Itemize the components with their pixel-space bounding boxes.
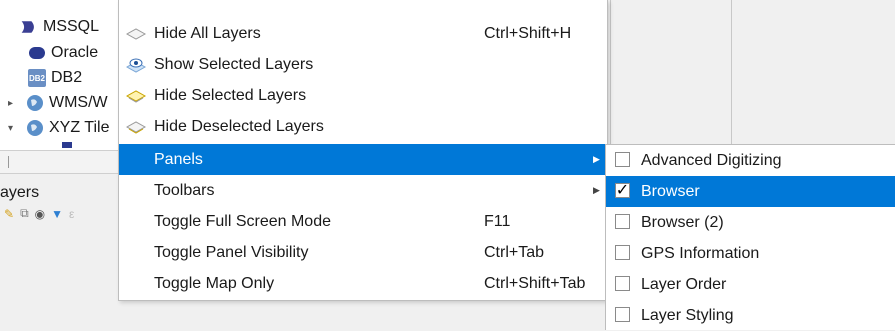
checkbox[interactable] [615, 245, 630, 260]
menu-item-panels[interactable]: Panels ▶ [119, 144, 607, 175]
browser-item-db2[interactable]: DB2 DB2 [28, 66, 82, 90]
panel-resize-bar[interactable] [0, 150, 125, 174]
menu-item-toolbars[interactable]: Toolbars ▶ [119, 175, 607, 206]
panel-item-label: Layer Styling [641, 306, 734, 324]
checkbox[interactable] [615, 214, 630, 229]
checkbox[interactable] [615, 307, 630, 322]
browser-item-mssql[interactable]: MSSQL [20, 15, 99, 39]
menu-item-shortcut: Ctrl+Shift+H [484, 24, 572, 42]
browser-panel: MSSQL Oracle DB2 DB2 ▸ WMS/W ▾ XYZ Tile [0, 0, 126, 150]
panel-item-layer-order[interactable]: Layer Order [606, 269, 895, 300]
menu-item-toggle-full-screen[interactable]: Toggle Full Screen Mode F11 [119, 206, 607, 237]
menu-item-label: Panels [154, 150, 203, 168]
menu-item-partial[interactable] [119, 0, 607, 16]
panel-item-advanced-digitizing[interactable]: Advanced Digitizing [606, 145, 895, 176]
panel-item-label: Layer Order [641, 275, 727, 293]
xyz-tiles-icon [26, 119, 44, 137]
checkbox-checked[interactable]: ✓ [615, 181, 630, 199]
layers-toolbar: ✎ ⧉ ◉ ▼ ε [4, 206, 74, 221]
panel-item-browser[interactable]: ✓ Browser [606, 176, 895, 207]
wms-icon [26, 94, 44, 112]
style-icon[interactable]: ✎ [4, 207, 14, 221]
panel-item-label: GPS Information [641, 244, 760, 262]
browser-item-wms[interactable]: ▸ WMS/W [8, 91, 108, 115]
submenu-arrow-icon: ▶ [593, 154, 600, 164]
menu-item-shortcut: Ctrl+Tab [484, 243, 545, 261]
hide-all-layers-icon [125, 25, 147, 43]
collapse-arrow-icon[interactable]: ▾ [8, 123, 18, 134]
browser-item-partial[interactable] [2, 0, 12, 16]
show-selected-layers-icon [125, 56, 147, 74]
panel-item-label: Advanced Digitizing [641, 151, 782, 169]
oracle-icon [28, 44, 46, 62]
menu-item-label: Hide Selected Layers [154, 86, 307, 104]
filter-icon[interactable]: ▼ [51, 207, 63, 221]
menu-item-label: Toggle Panel Visibility [154, 243, 309, 261]
add-group-icon[interactable]: ⧉ [20, 206, 29, 221]
menu-item-hide-deselected-layers[interactable]: Hide Deselected Layers [119, 111, 607, 142]
browser-item-oracle[interactable]: Oracle [28, 41, 98, 65]
menu-item-label: Toolbars [154, 181, 215, 199]
menu-item-shortcut: Ctrl+Shift+Tab [484, 274, 586, 292]
db2-icon: DB2 [28, 69, 46, 87]
panel-item-gps-information[interactable]: GPS Information [606, 238, 895, 269]
mssql-icon [20, 18, 38, 36]
hide-deselected-layers-icon [125, 118, 147, 136]
menu-item-label: Hide Deselected Layers [154, 117, 324, 135]
checkmark-icon: ✓ [615, 181, 630, 199]
panel-item-layer-styling[interactable]: Layer Styling [606, 300, 895, 331]
panel-item-label: Browser (2) [641, 213, 724, 231]
background-panel [610, 0, 895, 146]
menu-item-toggle-map-only[interactable]: Toggle Map Only Ctrl+Shift+Tab [119, 268, 607, 299]
browser-item-xyz-tiles[interactable]: ▾ XYZ Tile [8, 116, 109, 140]
expand-arrow-icon[interactable]: ▸ [8, 98, 18, 109]
view-menu: Hide All Layers Ctrl+Shift+H Show Select… [118, 0, 608, 301]
menu-item-show-selected-layers[interactable]: Show Selected Layers [119, 49, 607, 80]
browser-item-label: DB2 [51, 69, 83, 86]
menu-item-toggle-panel-visibility[interactable]: Toggle Panel Visibility Ctrl+Tab [119, 237, 607, 268]
menu-item-shortcut: F11 [484, 212, 511, 230]
checkbox[interactable] [615, 276, 630, 291]
menu-item-label: Show Selected Layers [154, 55, 314, 73]
submenu-arrow-icon: ▶ [593, 185, 600, 195]
panel-item-browser-2[interactable]: Browser (2) [606, 207, 895, 238]
menu-item-label: Hide All Layers [154, 24, 261, 42]
checkbox[interactable] [615, 152, 630, 167]
browser-item-label: WMS/W [49, 94, 108, 111]
menu-item-label: Toggle Map Only [154, 274, 275, 292]
browser-item-label: Oracle [51, 44, 99, 61]
hide-selected-layers-icon [125, 87, 147, 105]
panels-submenu: Advanced Digitizing ✓ Browser Browser (2… [605, 144, 895, 330]
eye-icon[interactable]: ◉ [35, 207, 45, 221]
child-item-icon [62, 142, 72, 148]
expression-icon[interactable]: ε [69, 207, 74, 221]
menu-item-hide-all-layers[interactable]: Hide All Layers Ctrl+Shift+H [119, 18, 607, 49]
menu-item-hide-selected-layers[interactable]: Hide Selected Layers [119, 80, 607, 111]
browser-item-label: MSSQL [43, 18, 100, 35]
menu-item-label: Toggle Full Screen Mode [154, 212, 331, 230]
browser-item-label: XYZ Tile [49, 119, 110, 136]
layers-panel-title: ayers [0, 184, 40, 201]
panel-item-label: Browser [641, 182, 700, 200]
